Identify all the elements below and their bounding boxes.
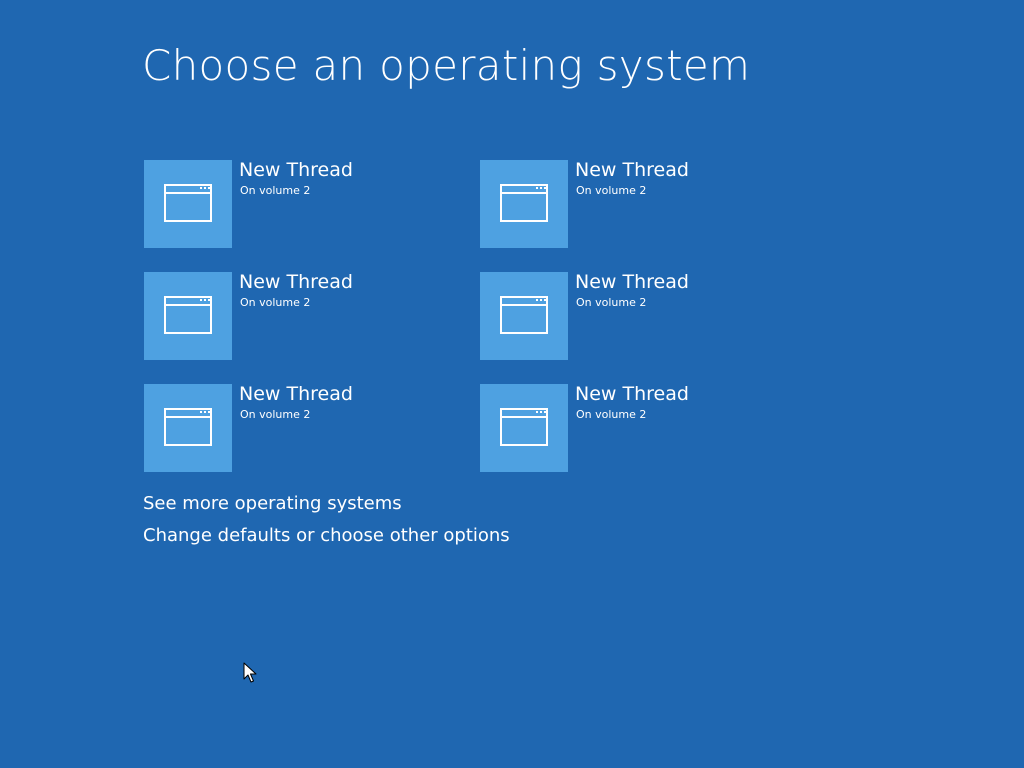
os-entry-5[interactable]: New Thread On volume 2	[144, 383, 464, 472]
os-name: New Thread	[575, 271, 689, 293]
os-volume: On volume 2	[576, 408, 647, 421]
change-defaults-link[interactable]: Change defaults or choose other options	[143, 524, 510, 548]
os-entry-2[interactable]: New Thread On volume 2	[480, 159, 800, 248]
os-entry-3[interactable]: New Thread On volume 2	[144, 271, 464, 360]
os-tile[interactable]	[480, 384, 568, 472]
os-tile[interactable]	[144, 272, 232, 360]
os-tile[interactable]	[144, 160, 232, 248]
window-icon	[500, 184, 548, 222]
os-grid: New Thread On volume 2 New Thread On vol…	[144, 159, 844, 480]
see-more-os-link[interactable]: See more operating systems	[143, 492, 402, 516]
os-tile[interactable]	[144, 384, 232, 472]
os-volume: On volume 2	[240, 408, 311, 421]
window-icon	[500, 296, 548, 334]
os-entry-6[interactable]: New Thread On volume 2	[480, 383, 800, 472]
mouse-pointer-icon	[243, 662, 257, 683]
os-name: New Thread	[239, 271, 353, 293]
window-icon	[164, 184, 212, 222]
os-volume: On volume 2	[576, 184, 647, 197]
os-volume: On volume 2	[240, 296, 311, 309]
window-icon	[164, 296, 212, 334]
os-name: New Thread	[239, 159, 353, 181]
os-name: New Thread	[575, 383, 689, 405]
os-name: New Thread	[239, 383, 353, 405]
os-tile[interactable]	[480, 272, 568, 360]
os-tile[interactable]	[480, 160, 568, 248]
os-entry-1[interactable]: New Thread On volume 2	[144, 159, 464, 248]
window-icon	[164, 408, 212, 446]
os-entry-4[interactable]: New Thread On volume 2	[480, 271, 800, 360]
window-icon	[500, 408, 548, 446]
page-title: Choose an operating system	[142, 41, 751, 90]
os-volume: On volume 2	[240, 184, 311, 197]
os-volume: On volume 2	[576, 296, 647, 309]
os-name: New Thread	[575, 159, 689, 181]
